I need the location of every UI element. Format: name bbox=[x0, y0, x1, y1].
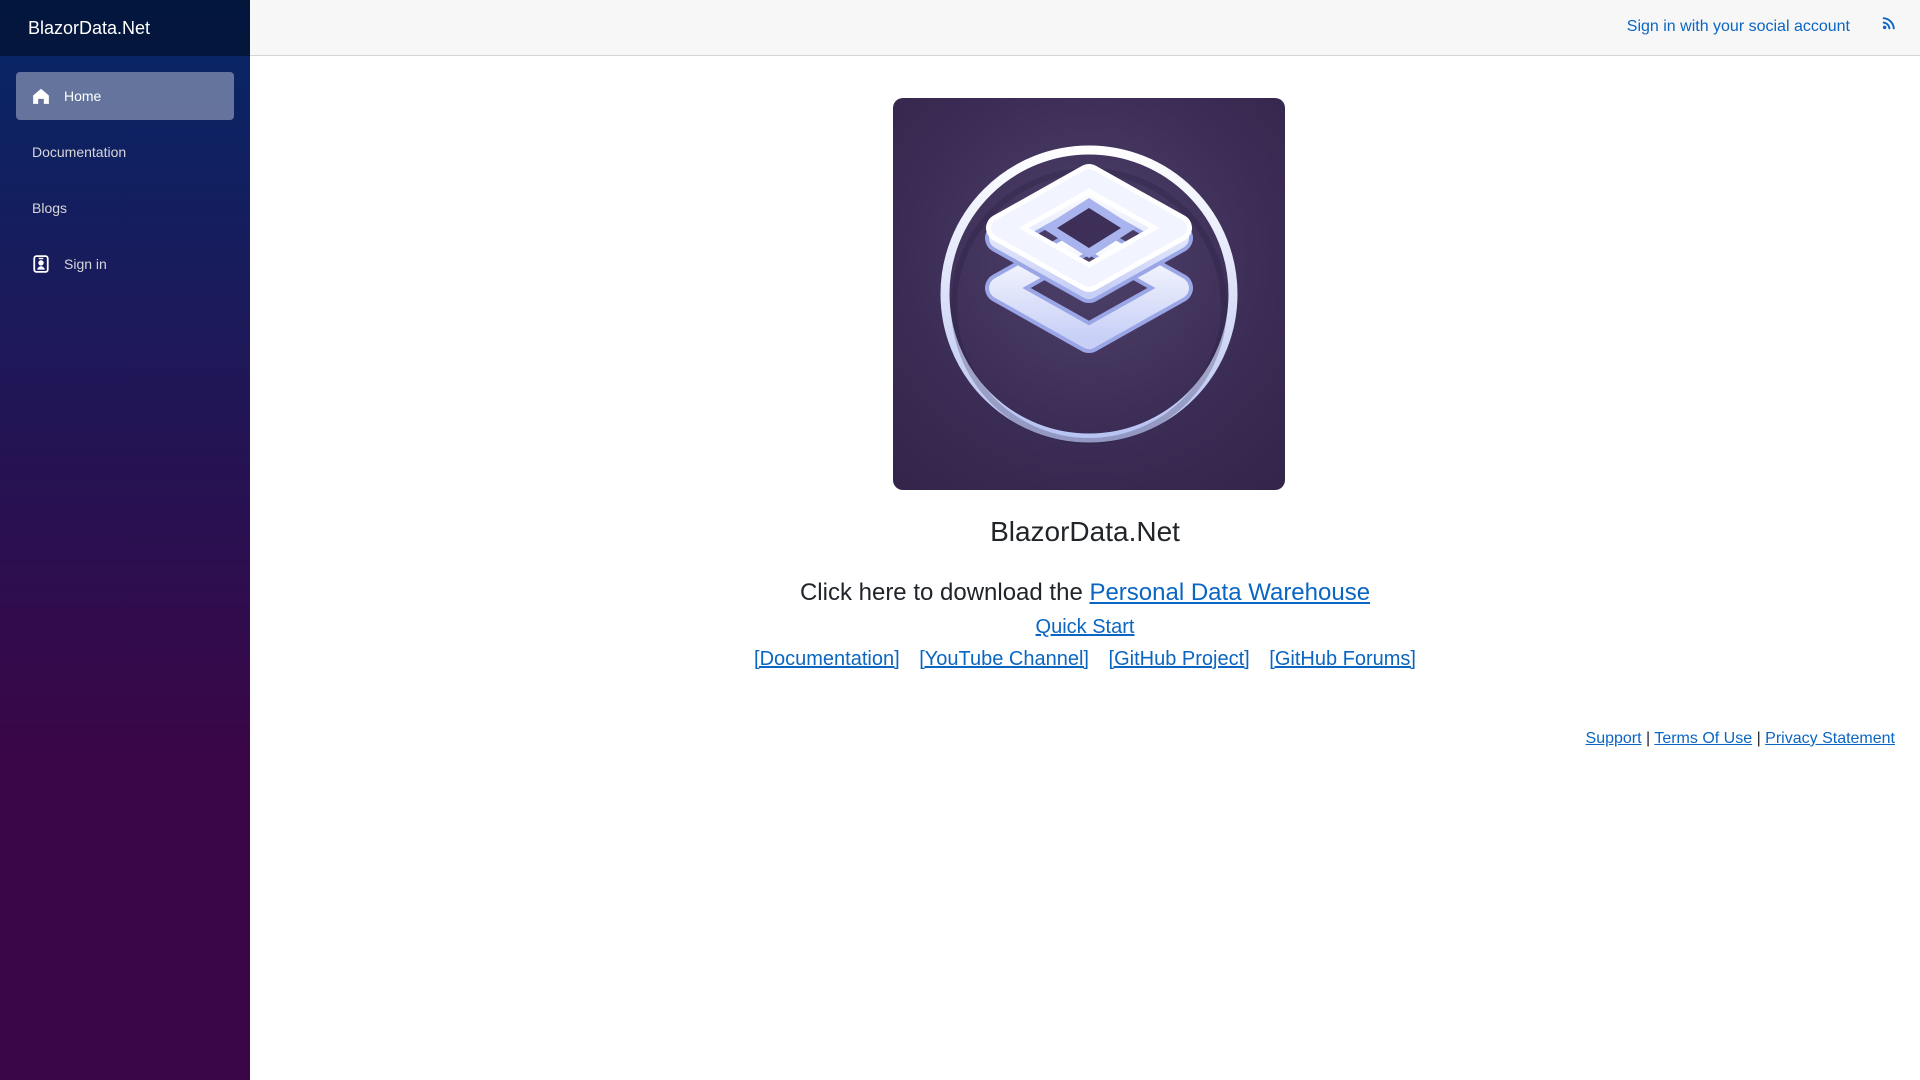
resource-links: [Documentation] [YouTube Channel] [GitHu… bbox=[250, 648, 1920, 671]
nav-item-label: Sign in bbox=[64, 256, 107, 272]
nav-item-blogs[interactable]: Blogs bbox=[16, 184, 234, 232]
footer-links: Support | Terms Of Use | Privacy Stateme… bbox=[1586, 730, 1895, 748]
personal-data-warehouse-link[interactable]: Personal Data Warehouse bbox=[1089, 579, 1370, 606]
nav-item-label: Home bbox=[64, 88, 102, 104]
documentation-link[interactable]: [Documentation] bbox=[754, 648, 900, 670]
brand-link[interactable]: BlazorData.Net bbox=[28, 18, 150, 39]
person-badge-icon bbox=[32, 255, 50, 273]
github-project-link[interactable]: [GitHub Project] bbox=[1109, 648, 1250, 670]
nav-item-home[interactable]: Home bbox=[16, 72, 234, 120]
support-link[interactable]: Support bbox=[1586, 730, 1642, 747]
nav-menu: Home Documentation Blogs Sign in bbox=[0, 56, 250, 288]
nav-item-label: Documentation bbox=[32, 144, 127, 160]
nav-item-documentation[interactable]: Documentation bbox=[16, 128, 234, 176]
footer-separator: | bbox=[1752, 730, 1766, 747]
github-forums-link[interactable]: [GitHub Forums] bbox=[1269, 648, 1416, 670]
home-icon bbox=[32, 87, 50, 105]
blazordata-logo bbox=[893, 98, 1285, 490]
sidebar: BlazorData.Net Home Documentation Blogs bbox=[0, 0, 250, 1080]
footer-separator: | bbox=[1641, 730, 1655, 747]
top-bar: Sign in with your social account bbox=[250, 0, 1920, 56]
download-prefix: Click here to download the bbox=[799, 579, 1090, 606]
privacy-statement-link[interactable]: Privacy Statement bbox=[1765, 730, 1895, 747]
quick-start-row: Quick Start bbox=[250, 616, 1920, 639]
rss-icon[interactable] bbox=[1882, 16, 1898, 32]
social-sign-in-link[interactable]: Sign in with your social account bbox=[1627, 18, 1850, 36]
quick-start-link[interactable]: Quick Start bbox=[1036, 616, 1135, 638]
brand-bar: BlazorData.Net bbox=[0, 0, 250, 56]
terms-of-use-link[interactable]: Terms Of Use bbox=[1654, 730, 1752, 747]
nav-item-label: Blogs bbox=[32, 200, 68, 216]
download-line: Click here to download the Personal Data… bbox=[250, 579, 1920, 607]
nav-item-sign-in[interactable]: Sign in bbox=[16, 240, 234, 288]
youtube-channel-link[interactable]: [YouTube Channel] bbox=[919, 648, 1089, 670]
main-content: BlazorData.Net Click here to download th… bbox=[250, 56, 1920, 1080]
site-title: BlazorData.Net bbox=[990, 516, 1180, 547]
